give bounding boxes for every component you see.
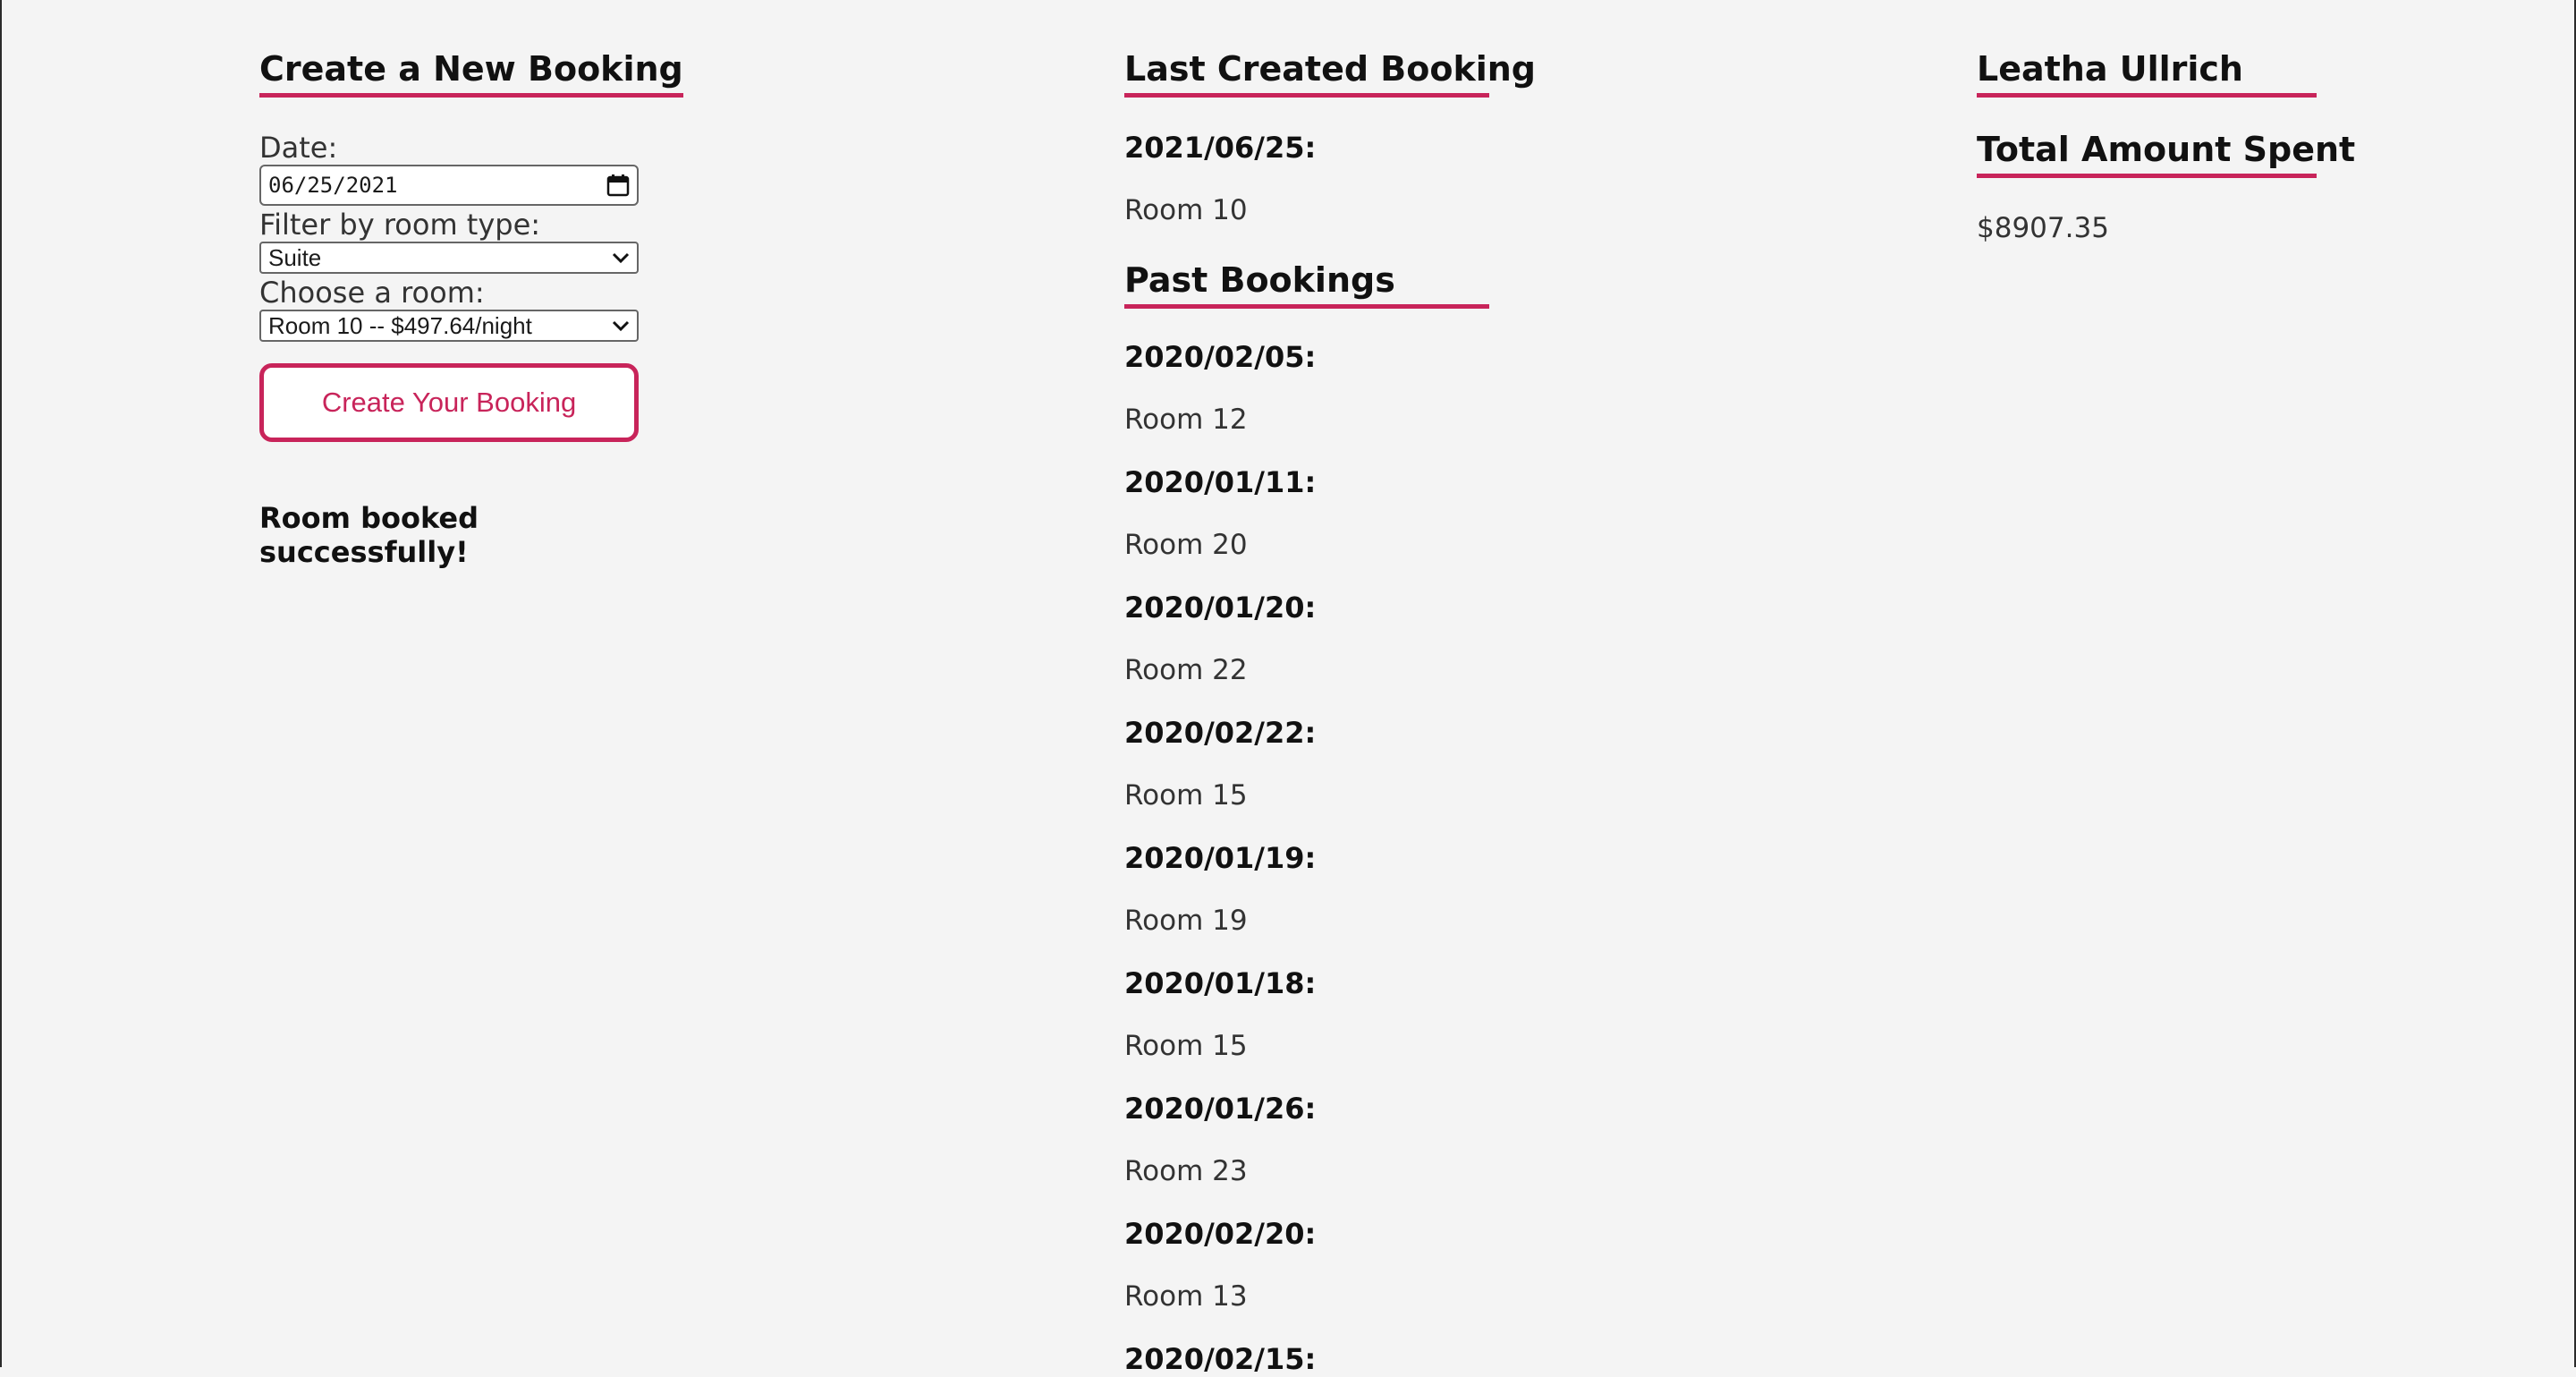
calendar-icon[interactable] (606, 174, 630, 197)
past-booking-date: 2020/02/05: (1124, 340, 1317, 374)
past-booking-date: 2020/01/11: (1124, 465, 1317, 499)
past-bookings-title: Past Bookings (1124, 258, 1489, 309)
past-booking-date: 2020/01/19: (1124, 841, 1317, 875)
past-booking-date: 2020/02/20: (1124, 1217, 1317, 1251)
past-booking-room: Room 15 (1124, 779, 1248, 812)
past-booking-date: 2020/01/26: (1124, 1092, 1317, 1126)
date-input-value: 06/25/2021 (268, 173, 398, 198)
total-spent-title: Total Amount Spent (1977, 127, 2355, 178)
room-label: Choose a room: (259, 276, 485, 310)
room-type-label: Filter by room type: (259, 208, 541, 242)
date-label: Date: (259, 131, 338, 165)
last-booking-room: Room 10 (1124, 194, 1248, 226)
past-booking-room: Room 22 (1124, 654, 1248, 686)
past-booking-room: Room 19 (1124, 905, 1248, 937)
past-booking-room: Room 15 (1124, 1030, 1248, 1062)
date-input[interactable]: 06/25/2021 (259, 165, 639, 206)
status-message: Room booked successfully! (259, 501, 479, 569)
past-booking-room: Room 12 (1124, 404, 1248, 436)
last-booking-title: Last Created Booking (1124, 47, 1536, 98)
room-type-select-value: Suite (268, 243, 322, 271)
total-amount: $8907.35 (1977, 212, 2109, 244)
last-booking-date: 2021/06/25: (1124, 131, 1317, 165)
window-edge-left (0, 0, 2, 1367)
past-booking-date: 2020/01/18: (1124, 966, 1317, 1000)
chevron-down-icon (612, 319, 630, 332)
past-booking-room: Room 20 (1124, 529, 1248, 561)
chevron-down-icon (612, 251, 630, 264)
past-booking-date: 2020/02/15: (1124, 1342, 1317, 1376)
past-booking-room: Room 23 (1124, 1155, 1248, 1187)
user-name: Leatha Ullrich (1977, 47, 2317, 98)
room-select-value: Room 10 -- $497.64/night (268, 311, 532, 339)
room-type-select[interactable]: Suite (259, 242, 639, 274)
create-booking-button[interactable]: Create Your Booking (259, 363, 639, 442)
room-select[interactable]: Room 10 -- $497.64/night (259, 310, 639, 342)
past-booking-room: Room 13 (1124, 1280, 1248, 1313)
past-booking-date: 2020/01/20: (1124, 591, 1317, 625)
create-booking-title: Create a New Booking (259, 47, 683, 98)
past-booking-date: 2020/02/22: (1124, 716, 1317, 750)
